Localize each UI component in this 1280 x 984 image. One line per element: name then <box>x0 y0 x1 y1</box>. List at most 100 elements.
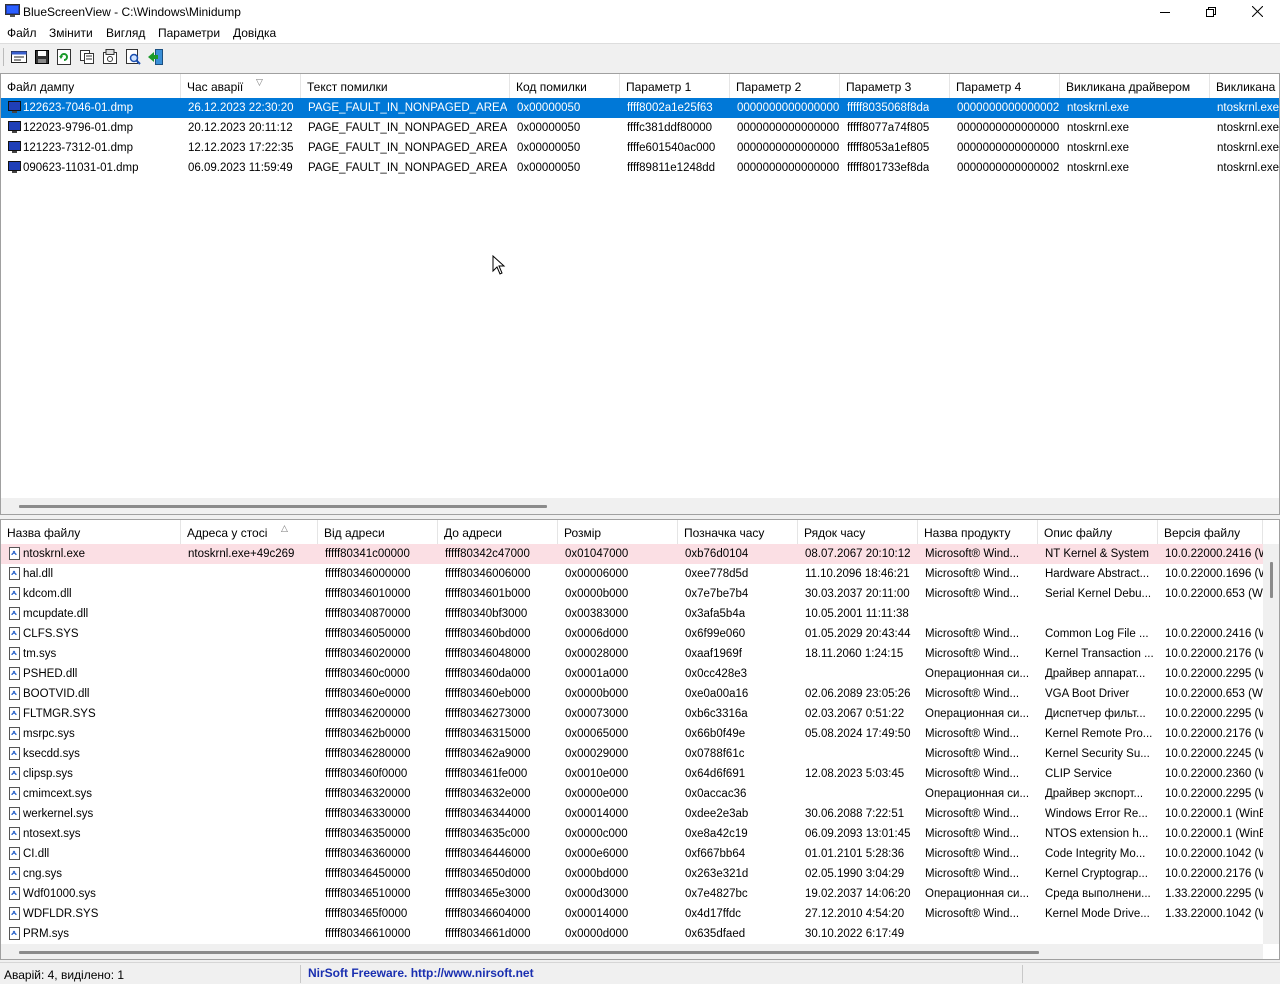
driver-row[interactable]: hal.dll fffff80346000000 fffff80346006000 0… <box>1 564 1263 584</box>
driver-row[interactable]: ksecdd.sys fffff80346280000 fffff803462a90… <box>1 744 1263 764</box>
file-description: Common Log File ... <box>1045 628 1149 640</box>
copy-icon[interactable] <box>78 48 96 66</box>
product-name: Microsoft® Wind... <box>925 748 1020 760</box>
file-description: Среда выполнени... <box>1045 888 1151 900</box>
file-version: 10.0.22000.2416 (W <box>1165 548 1263 560</box>
filename: msrpc.sys <box>23 728 75 740</box>
nirsoft-link[interactable]: NirSoft Freeware. http://www.nirsoft.net <box>308 966 534 980</box>
driver-row[interactable]: Wdf01000.sys fffff80346510000 fffff803465e… <box>1 884 1263 904</box>
save-icon[interactable] <box>33 48 51 66</box>
filename: Wdf01000.sys <box>23 888 96 900</box>
column-time-stamp[interactable]: Позначка часу <box>678 520 798 544</box>
size: 0x00014000 <box>565 808 629 820</box>
menu-help[interactable]: Довідка <box>233 26 276 40</box>
caused-by-address: ntoskrnl.exe <box>1217 102 1280 114</box>
driver-row[interactable]: CI.dll fffff80346360000 fffff80346446000 0x… <box>1 844 1263 864</box>
column-caused-by-driver[interactable]: Викликана драйвером <box>1060 74 1210 98</box>
crash-row[interactable]: 122623-7046-01.dmp 26.12.2023 22:30:20 P… <box>1 98 1280 118</box>
driver-row[interactable]: cng.sys fffff80346450000 fffff8034650d000 0… <box>1 864 1263 884</box>
file-description: Windows Error Re... <box>1045 808 1148 820</box>
column-crash-time[interactable]: Час аварії ▽ <box>181 74 301 98</box>
menu-edit[interactable]: Змінити <box>49 26 93 40</box>
crash-row[interactable]: 121223-7312-01.dmp 12.12.2023 17:22:35 P… <box>1 138 1279 158</box>
minimize-icon <box>1160 11 1170 13</box>
file-version: 10.0.22000.2295 (W <box>1165 668 1263 680</box>
column-parameter-2[interactable]: Параметр 2 <box>730 74 840 98</box>
column-bug-check-code[interactable]: Код помилки <box>510 74 620 98</box>
from-address: fffff80346330000 <box>325 808 411 820</box>
filename: WDFLDR.SYS <box>23 908 99 920</box>
time-stamp: 0x6f99e060 <box>685 628 746 640</box>
driver-file-icon <box>9 767 20 780</box>
caused-by-address: ntoskrnl.exe <box>1217 122 1280 134</box>
driver-row[interactable]: FLTMGR.SYS fffff80346200000 fffff803462730… <box>1 704 1263 724</box>
menu-view[interactable]: Вигляд <box>106 26 145 40</box>
html-report-icon[interactable] <box>101 48 119 66</box>
driver-list-vscroll-thumb[interactable] <box>1270 562 1273 598</box>
refresh-icon[interactable] <box>55 48 73 66</box>
column-from-address[interactable]: Від адреси <box>318 520 438 544</box>
driver-row[interactable]: msrpc.sys fffff803462b0000 fffff8034631500… <box>1 724 1263 744</box>
driver-list-hscrollbar[interactable] <box>1 944 1263 959</box>
driver-row[interactable]: PRM.sys fffff80346610000 fffff8034661d000 0… <box>1 924 1263 944</box>
crash-list-hscrollbar[interactable] <box>1 498 1279 514</box>
driver-list-hscroll-thumb[interactable] <box>19 951 1039 954</box>
filename: kdcom.dll <box>23 588 72 600</box>
status-bar: Аварій: 4, виділено: 1 NirSoft Freeware.… <box>0 962 1280 984</box>
driver-row[interactable]: BOOTVID.dll fffff803460e0000 fffff803460eb… <box>1 684 1263 704</box>
parameter-3: fffff8035068f8da <box>847 102 930 114</box>
close-icon <box>1251 6 1263 17</box>
column-parameter-4[interactable]: Параметр 4 <box>950 74 1060 98</box>
driver-file-icon <box>9 587 20 600</box>
parameter-4: 0000000000000002 <box>957 102 1060 114</box>
time-string: 27.12.2010 4:54:20 <box>805 908 905 920</box>
crash-row[interactable]: 122023-9796-01.dmp 20.12.2023 20:11:12 P… <box>1 118 1280 138</box>
crash-row[interactable]: 090623-11031-01.dmp 06.09.2023 11:59:49 … <box>1 158 1279 178</box>
column-file-version[interactable]: Версія файлу <box>1158 520 1263 544</box>
exit-icon[interactable] <box>147 48 165 66</box>
parameter-2: 0000000000000000 <box>737 162 840 174</box>
column-dump-file[interactable]: Файл дампу <box>1 74 181 98</box>
caused-by-driver: ntoskrnl.exe <box>1067 102 1130 114</box>
driver-row[interactable]: WDFLDR.SYS fffff803465f0000 fffff803466040… <box>1 904 1263 924</box>
column-parameter-1[interactable]: Параметр 1 <box>620 74 730 98</box>
driver-row[interactable]: werkernel.sys fffff80346330000 fffff803463… <box>1 804 1263 824</box>
column-filename[interactable]: Назва файлу <box>1 520 181 544</box>
close-button[interactable] <box>1234 0 1280 23</box>
column-parameter-3[interactable]: Параметр 3 <box>840 74 950 98</box>
menu-file[interactable]: Файл <box>7 26 37 40</box>
driver-list-vscrollbar[interactable] <box>1263 544 1279 944</box>
column-to-address[interactable]: До адреси <box>438 520 558 544</box>
driver-row[interactable]: CLFS.SYS fffff80346050000 fffff803460bd000… <box>1 624 1263 644</box>
address-in-stack: ntoskrnl.exe+49c269 <box>188 548 295 560</box>
column-time-string[interactable]: Рядок часу <box>798 520 918 544</box>
maximize-button[interactable] <box>1188 0 1234 23</box>
find-icon[interactable] <box>124 48 142 66</box>
driver-row[interactable]: tm.sys fffff80346020000 fffff80346048000 0x… <box>1 644 1263 664</box>
time-string: 11.10.2096 18:46:21 <box>805 568 910 580</box>
from-address: fffff80346450000 <box>325 868 411 880</box>
column-size[interactable]: Розмір <box>558 520 678 544</box>
driver-row[interactable]: ntoskrnl.exe ntoskrnl.exe+49c269 fffff8034… <box>1 544 1263 564</box>
driver-row[interactable]: clipsp.sys fffff803460f0000 fffff803461fe0… <box>1 764 1263 784</box>
driver-row[interactable]: ntosext.sys fffff80346350000 fffff8034635c… <box>1 824 1263 844</box>
driver-row[interactable]: cmimcext.sys fffff80346320000 fffff8034632… <box>1 784 1263 804</box>
crash-list-hscroll-thumb[interactable] <box>19 505 547 508</box>
properties-icon[interactable] <box>10 48 28 66</box>
driver-row[interactable]: PSHED.dll fffff803460c0000 fffff803460da00… <box>1 664 1263 684</box>
parameter-1: ffffe601540ac000 <box>627 142 716 154</box>
time-stamp: 0xb6c3316a <box>685 708 748 720</box>
column-caused-by-address[interactable]: Викликана а <box>1210 74 1279 98</box>
driver-row[interactable]: mcupdate.dll fffff80340870000 fffff80340bf… <box>1 604 1263 624</box>
column-file-description[interactable]: Опис файлу <box>1038 520 1158 544</box>
column-bug-check-string[interactable]: Текст помилки <box>301 74 510 98</box>
menu-options[interactable]: Параметри <box>158 26 220 40</box>
driver-row[interactable]: kdcom.dll fffff80346010000 fffff8034601b00… <box>1 584 1263 604</box>
minimize-button[interactable] <box>1142 0 1188 23</box>
time-stamp: 0x7e4827bc <box>685 888 748 900</box>
driver-file-icon <box>9 627 20 640</box>
column-address-in-stack[interactable]: Адреса у стосі △ <box>181 520 318 544</box>
product-name: Microsoft® Wind... <box>925 568 1020 580</box>
time-stamp: 0x0cc428e3 <box>685 668 748 680</box>
column-product-name[interactable]: Назва продукту <box>918 520 1038 544</box>
